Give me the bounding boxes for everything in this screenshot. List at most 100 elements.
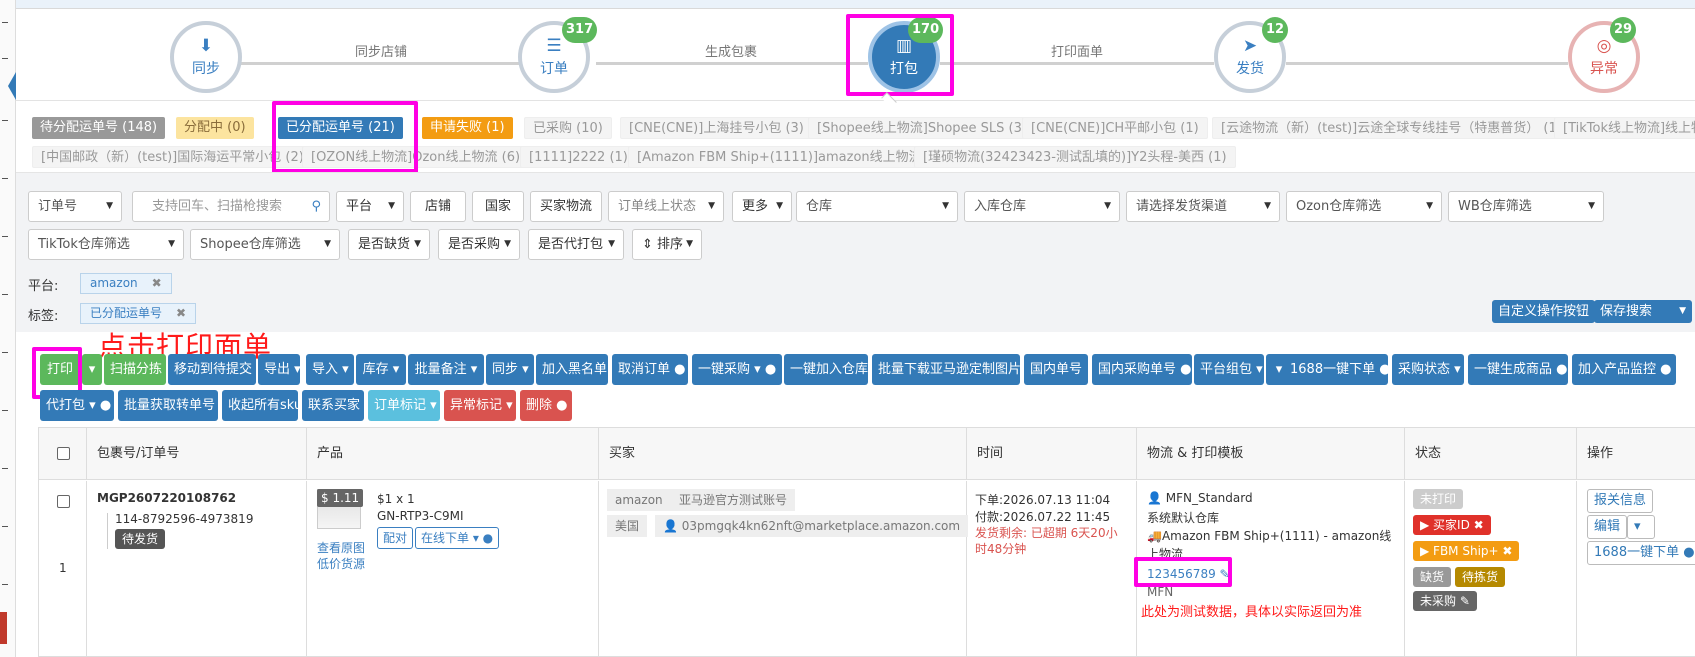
tab-purchased[interactable]: 已采购 (10) (524, 117, 612, 139)
info-icon: ● (556, 398, 568, 413)
tag-chip[interactable]: 已分配运单号 ✖ (80, 303, 197, 324)
one-click-1688-button[interactable]: 1688一键下单 ● (1284, 354, 1391, 385)
badge-exception: 29 (1610, 17, 1637, 43)
is-proxy-pack-dropdown[interactable]: 是否代打包 ▼ (528, 229, 624, 260)
step-sync[interactable]: ⬇ 同步 (170, 21, 242, 93)
info-icon: ● (1683, 545, 1695, 560)
tab-shopee-sls[interactable]: [Shopee线上物流]Shopee SLS (3) (808, 117, 1036, 139)
domestic-purchase-button[interactable]: 国内采购单号 ● (1092, 354, 1192, 385)
platform-group-button[interactable]: 平台组包 ▾ (1194, 354, 1264, 385)
cancel-order-button[interactable]: 取消订单 ● (612, 354, 688, 385)
header-product: 产品 (307, 428, 599, 480)
platform-filter-label: 平台: (28, 279, 59, 294)
tab-china-post[interactable]: [中国邮政（新）(test)]国际海运平常小包 (2) (32, 146, 313, 168)
search-input[interactable]: 支持回车、扫描枪搜索 ⚲ (132, 191, 330, 222)
top-strip (16, 0, 1695, 8)
tab-cne-ch[interactable]: [CNE(CNE)]CH平邮小包 (1) (1022, 117, 1208, 139)
status-tabs: 待分配运单号 (148) 分配中 (0) 已分配运单号 (21) 申请失败 (1… (16, 100, 1695, 173)
sidebar-red-marker (0, 612, 7, 644)
one-click-purchase-button[interactable]: 一键采购 ▾ ● (692, 354, 782, 385)
print-dropdown-caret[interactable]: ▾ (82, 354, 102, 385)
buyer-id-tag[interactable]: ▶ 买家ID ✖ (1413, 515, 1491, 535)
shop-button[interactable]: 店铺 (410, 191, 466, 222)
import-button[interactable]: 导入 ▾ (306, 354, 354, 385)
pair-button[interactable]: 配对 (377, 527, 414, 549)
online-status-select[interactable]: 订单线上状态 ▼ (608, 191, 724, 222)
sync-button[interactable]: 同步 ▾ (486, 354, 534, 385)
info-icon: ● (1180, 362, 1192, 377)
badge-ship: 12 (1262, 17, 1289, 43)
scan-sort-button[interactable]: 扫描分拣 (104, 354, 166, 385)
tab-apply-failed[interactable]: 申请失败 (1) (422, 117, 513, 139)
domestic-tracking-button[interactable]: 国内单号 (1024, 354, 1088, 385)
wb-warehouse-select[interactable]: WB仓库筛选 ▼ (1448, 191, 1604, 222)
product-monitor-button[interactable]: 加入产品监控 ● (1572, 354, 1676, 385)
connector-sync-store: 同步店铺 (354, 45, 407, 60)
ship-remaining: 发货剩余: 已超期 6天20小时48分钟 (975, 526, 1118, 556)
proxy-pack-button[interactable]: 代打包 ▾ ● (40, 390, 114, 421)
shipping-channel-select[interactable]: 请选择发货渠道 ▼ (1126, 191, 1280, 222)
purchase-status-button[interactable]: 采购状态 ▾ (1392, 354, 1464, 385)
connector-print-label: 打印面单 (1050, 45, 1103, 60)
buyer-logistics-button[interactable]: 买家物流 (530, 191, 602, 222)
more-dropdown[interactable]: 更多 ▼ (732, 191, 792, 222)
info-icon: ● (1660, 362, 1672, 377)
info-icon: ● (1556, 362, 1568, 377)
tab-cne-sh[interactable]: [CNE(CNE)]上海挂号小包 (3) (620, 117, 813, 139)
collapse-sku-button[interactable]: 收起所有sku (222, 390, 302, 421)
tab-jinshuo[interactable]: [瑾硕物流(32423423-测试乱填的)]Y2头程-美西 (1) (914, 146, 1236, 168)
batch-note-button[interactable]: 批量备注 ▾ (408, 354, 484, 385)
is-short-dropdown[interactable]: 是否缺货 ▼ (348, 229, 430, 260)
contact-buyer-button[interactable]: 联系买家 (302, 390, 364, 421)
batch-get-transfer-button[interactable]: 批量获取转单号 (118, 390, 218, 421)
mfn-label: MFN (1147, 585, 1174, 599)
platform-dropdown[interactable]: 平台 ▼ (336, 191, 404, 222)
tab-tiktok[interactable]: [TikTok线上物流]线上物流 (1554, 117, 1695, 139)
sidebar-toggle-icon[interactable] (8, 72, 16, 100)
tab-yuntu[interactable]: [云途物流（新）(test)]云途全球专线挂号（特惠普货） (1) (1212, 117, 1571, 139)
row-checkbox[interactable] (57, 495, 70, 508)
order-no-select[interactable]: 订单号 ▼ (28, 191, 122, 222)
low-price-link[interactable]: 低价货源 (317, 555, 365, 572)
edit-button[interactable]: 编辑 (1587, 515, 1628, 539)
buyer-account: 亚马逊官方测试账号 (671, 489, 796, 511)
ozon-warehouse-select[interactable]: Ozon仓库筛选 ▼ (1286, 191, 1442, 222)
export-button[interactable]: 导出 ▾ (258, 354, 301, 385)
fbm-tag[interactable]: ▶ FBM Ship+ ✖ (1413, 541, 1520, 561)
tab-1111[interactable]: [1111]2222 (1) (520, 146, 637, 168)
is-purchased-dropdown[interactable]: 是否采购 ▼ (438, 229, 520, 260)
save-search-button[interactable]: 保存搜索 ▼ (1594, 300, 1692, 323)
logistics-cell: 👤 MFN_Standard 系统默认仓库 🚚Amazon FBM Ship+(… (1134, 481, 1405, 657)
select-all-checkbox[interactable] (57, 447, 70, 460)
move-to-submit-button[interactable]: 移动到待提交 (168, 354, 256, 385)
download-amazon-images-button[interactable]: 批量下载亚马逊定制图片 (872, 354, 1021, 385)
order-mark-button[interactable]: 订单标记 ▾ (368, 390, 440, 421)
sort-dropdown[interactable]: ⇕ 排序 ▼ (632, 229, 702, 260)
delete-button[interactable]: 删除 ● (520, 390, 572, 421)
tab-assigning[interactable]: 分配中 (0) (176, 117, 254, 139)
inventory-button[interactable]: 库存 ▾ (356, 354, 406, 385)
platform-chip[interactable]: amazon ✖ (80, 273, 172, 294)
tab-pending-assign[interactable]: 待分配运单号 (148) (32, 117, 166, 139)
info-icon: ● (1379, 362, 1391, 377)
tag-icon: ▶ (1420, 544, 1434, 558)
add-blacklist-button[interactable]: 加入黑名单 (536, 354, 608, 385)
exception-mark-button[interactable]: 异常标记 ▾ (444, 390, 516, 421)
tiktok-warehouse-select[interactable]: TikTok仓库筛选 ▼ (28, 229, 184, 260)
custom-action-button[interactable]: 自定义操作按钮 (1492, 300, 1596, 323)
country-button[interactable]: 国家 (472, 191, 524, 222)
short-badge: 缺货 (1413, 567, 1452, 587)
warehouse-select[interactable]: 仓库 ▼ (796, 191, 958, 222)
edit-dropdown-caret[interactable]: ▾ (1627, 515, 1655, 539)
customs-info-button[interactable]: 报关信息 (1587, 489, 1654, 513)
generate-product-button[interactable]: 一键生成商品 ● (1468, 354, 1568, 385)
unpurchased-badge[interactable]: 未采购 ✎ (1413, 591, 1477, 611)
close-icon: ✖ (1502, 544, 1513, 558)
order-1688-button[interactable]: 1688一键下单 ● (1587, 541, 1695, 565)
tab-amazon-fbm[interactable]: [Amazon FBM Ship+(1111)]amazon线上物流 (2) (628, 146, 954, 168)
add-to-warehouse-button[interactable]: 一键加入仓库 (784, 354, 868, 385)
shopee-warehouse-select[interactable]: Shopee仓库筛选 ▼ (190, 229, 340, 260)
view-image-link[interactable]: 查看原图 (317, 539, 365, 556)
online-order-button[interactable]: 在线下单 ▾ ● (415, 527, 500, 549)
inbound-warehouse-select[interactable]: 入库仓库 ▼ (964, 191, 1120, 222)
